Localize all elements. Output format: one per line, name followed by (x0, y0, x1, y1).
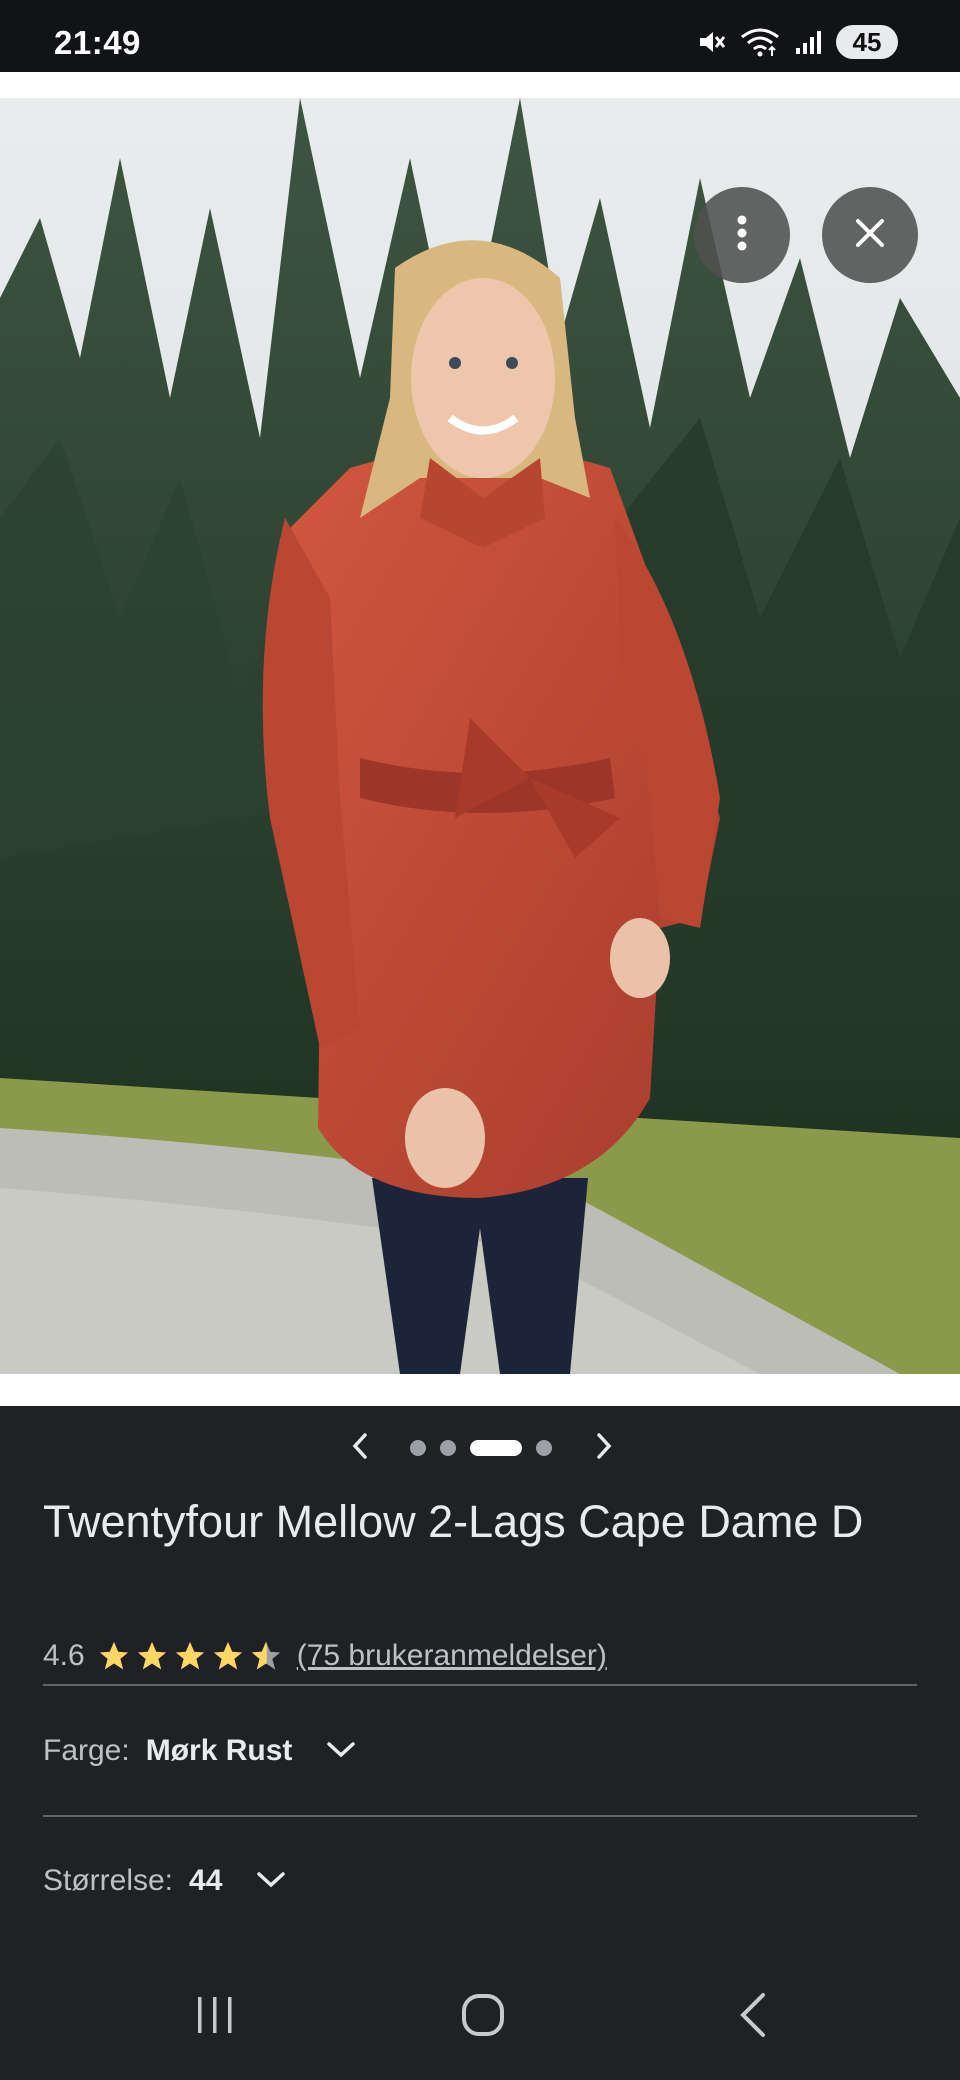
rating-value: 4.6 (43, 1639, 85, 1672)
star-icon (137, 1641, 166, 1670)
star-icon (99, 1641, 128, 1670)
carousel-dots (410, 1440, 552, 1456)
status-time: 21:49 (54, 24, 141, 61)
close-icon (854, 217, 886, 254)
previous-image-button[interactable] (340, 1428, 380, 1468)
status-icons: 45 (696, 22, 898, 62)
signal-icon (794, 28, 822, 56)
carousel-dot-active[interactable] (470, 1440, 522, 1456)
size-value: 44 (189, 1864, 223, 1897)
home-button[interactable] (438, 1972, 528, 2062)
close-button[interactable] (822, 187, 918, 283)
star-rating (97, 1639, 283, 1673)
divider (43, 1684, 917, 1686)
chevron-right-icon (594, 1432, 614, 1465)
size-label: Størrelse: (43, 1864, 174, 1897)
more-options-button[interactable] (694, 187, 790, 283)
system-navigation-bar (0, 1972, 960, 2062)
wifi-icon (740, 27, 780, 57)
color-label: Farge: (43, 1734, 130, 1767)
image-viewer (0, 72, 960, 1406)
star-icon (213, 1641, 242, 1670)
star-icon (175, 1641, 204, 1670)
mute-icon (696, 27, 726, 57)
chevron-left-icon (350, 1432, 370, 1465)
image-carousel-nav (0, 1428, 960, 1468)
size-selector[interactable]: Størrelse: 44 (43, 1856, 286, 1906)
product-title: Twentyfour Mellow 2-Lags Cape Dame D (43, 1496, 864, 1547)
divider (43, 1815, 917, 1817)
chevron-down-icon (326, 1734, 356, 1768)
reviews-link[interactable]: (75 brukeranmeldelser) (297, 1639, 607, 1673)
chevron-down-icon (256, 1864, 286, 1898)
back-icon (735, 1991, 771, 2044)
product-photo[interactable] (0, 98, 960, 1450)
rating-row: 4.6 (75 brukeranmeldelser) (43, 1636, 607, 1676)
battery-icon: 45 (836, 25, 898, 59)
color-selector[interactable]: Farge: Mørk Rust (43, 1726, 356, 1776)
carousel-dot[interactable] (536, 1440, 552, 1456)
next-image-button[interactable] (584, 1428, 624, 1468)
recents-button[interactable] (170, 1972, 260, 2062)
status-bar: 21:49 45 (0, 0, 960, 72)
color-value: Mørk Rust (145, 1734, 293, 1767)
carousel-dot[interactable] (410, 1440, 426, 1456)
more-vert-icon (732, 213, 752, 258)
home-icon (459, 1991, 507, 2044)
recents-icon (193, 1993, 237, 2042)
star-half-icon (251, 1641, 280, 1670)
carousel-dot[interactable] (440, 1440, 456, 1456)
back-button[interactable] (708, 1972, 798, 2062)
